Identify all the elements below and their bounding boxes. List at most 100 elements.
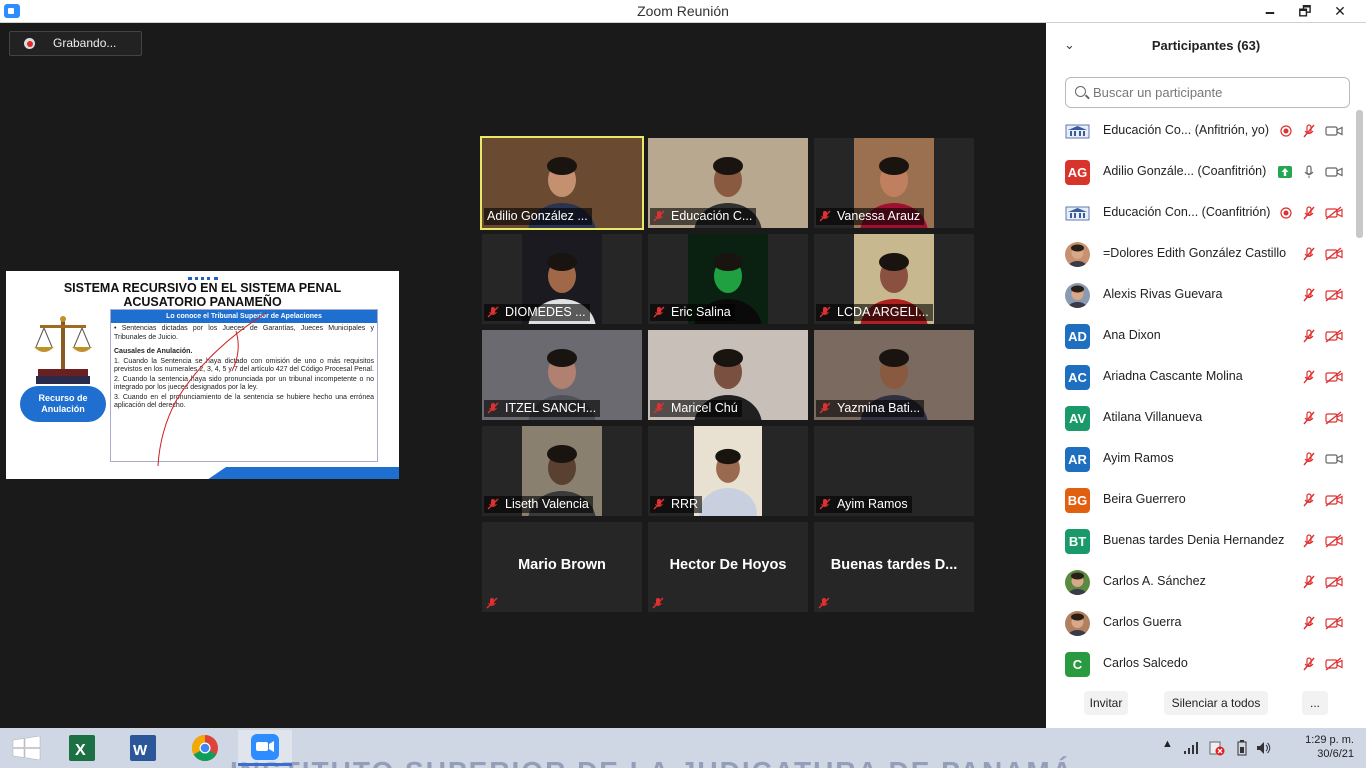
video-tile[interactable]: Yazmina Bati... <box>814 330 974 420</box>
participant-name-label: Eric Salina <box>671 305 731 319</box>
system-clock[interactable]: 1:29 p. m. 30/6/21 <box>1284 733 1354 761</box>
muted-mic-icon[interactable] <box>1302 247 1316 261</box>
show-hidden-icons[interactable]: ▲ <box>1162 738 1173 750</box>
participant-name: =Dolores Edith González Castillo <box>1103 246 1287 260</box>
avatar: BG <box>1065 488 1090 513</box>
participant-row[interactable]: AC Ariadna Cascante Molina <box>1046 357 1356 398</box>
recording-icon <box>1279 206 1293 220</box>
participant-name-tag: LCDA ARGELI... <box>816 304 933 321</box>
camera-icon[interactable] <box>1325 165 1343 179</box>
participant-row[interactable]: BT Buenas tardes Denia Hernandez <box>1046 521 1356 562</box>
camera-off-icon[interactable] <box>1325 288 1343 302</box>
muted-mic-icon[interactable] <box>1302 370 1316 384</box>
word-icon[interactable]: W <box>116 730 170 766</box>
network-icon[interactable] <box>1184 741 1200 755</box>
muted-mic-icon <box>819 498 831 510</box>
participant-row[interactable]: Carlos Guerra <box>1046 603 1356 644</box>
muted-mic-icon[interactable] <box>1302 575 1316 589</box>
recording-indicator[interactable]: Grabando... <box>9 31 142 56</box>
participant-name-label: ITZEL SANCH... <box>505 401 597 415</box>
video-tile[interactable]: DIOMEDES ... <box>482 234 642 324</box>
video-tile[interactable]: Ayim Ramos <box>814 426 974 516</box>
muted-mic-icon <box>653 498 665 510</box>
participant-row[interactable]: AR Ayim Ramos <box>1046 439 1356 480</box>
participant-name: Carlos Guerra <box>1103 615 1182 629</box>
camera-off-icon[interactable] <box>1325 493 1343 507</box>
participant-row[interactable]: =Dolores Edith González Castillo <box>1046 234 1356 275</box>
volume-icon[interactable] <box>1256 740 1272 756</box>
avatar: AG <box>1065 160 1090 185</box>
video-tile[interactable]: ITZEL SANCH... <box>482 330 642 420</box>
participant-row[interactable]: AV Atilana Villanueva <box>1046 398 1356 439</box>
restore-button[interactable]: 🗗 <box>1285 0 1325 22</box>
video-tile[interactable]: Liseth Valencia <box>482 426 642 516</box>
invite-button[interactable]: Invitar <box>1084 691 1128 715</box>
camera-icon[interactable] <box>1325 452 1343 466</box>
participant-name: Educación Con... (Coanfitrión) <box>1103 205 1271 219</box>
avatar: AV <box>1065 406 1090 431</box>
participant-video <box>694 426 762 516</box>
camera-icon[interactable] <box>1325 124 1343 138</box>
video-tile[interactable]: Hector De Hoyos <box>648 522 808 612</box>
video-tile[interactable]: Vanessa Arauz <box>814 138 974 228</box>
battery-icon[interactable] <box>1236 740 1248 756</box>
excel-icon[interactable]: X <box>55 730 109 766</box>
camera-off-icon[interactable] <box>1325 411 1343 425</box>
scales-of-justice-icon <box>34 316 92 384</box>
muted-mic-icon[interactable] <box>1302 616 1316 630</box>
windows-start-icon[interactable] <box>0 730 54 766</box>
participant-row[interactable]: AG Adilio Gonzále... (Coanfitrión) <box>1046 152 1356 193</box>
recording-icon <box>1279 124 1293 138</box>
video-tile[interactable]: Mario Brown <box>482 522 642 612</box>
video-tile[interactable]: LCDA ARGELI... <box>814 234 974 324</box>
svg-text:W: W <box>133 742 148 759</box>
participant-row[interactable]: AD Ana Dixon <box>1046 316 1356 357</box>
participant-row[interactable]: Carlos A. Sánchez <box>1046 562 1356 603</box>
muted-mic-icon[interactable] <box>1302 124 1316 138</box>
muted-mic-icon[interactable] <box>1302 206 1316 220</box>
camera-off-icon[interactable] <box>1325 329 1343 343</box>
mic-icon[interactable] <box>1302 165 1316 179</box>
onedrive-error-icon[interactable] <box>1209 740 1225 756</box>
muted-mic-icon[interactable] <box>1302 493 1316 507</box>
video-tile[interactable]: Eric Salina <box>648 234 808 324</box>
participant-row[interactable]: BG Beira Guerrero <box>1046 480 1356 521</box>
participant-list-scrollbar[interactable] <box>1356 110 1363 238</box>
video-tile[interactable]: Educación C... <box>648 138 808 228</box>
zoom-icon[interactable] <box>238 730 292 766</box>
muted-mic-icon <box>653 306 665 318</box>
muted-mic-icon[interactable] <box>1302 534 1316 548</box>
participant-row[interactable]: Educación Con... (Coanfitrión) <box>1046 193 1356 234</box>
muted-mic-icon[interactable] <box>1302 411 1316 425</box>
minimize-button[interactable]: 🗕 <box>1250 0 1290 22</box>
chrome-icon[interactable] <box>178 730 232 766</box>
camera-off-icon[interactable] <box>1325 370 1343 384</box>
video-tile[interactable]: Maricel Chú <box>648 330 808 420</box>
slide-footer-bar <box>6 467 399 479</box>
mute-all-button[interactable]: Silenciar a todos <box>1164 691 1268 715</box>
participant-name: Alexis Rivas Guevara <box>1103 287 1223 301</box>
participant-search-input[interactable]: Buscar un participante <box>1065 77 1350 108</box>
camera-off-icon[interactable] <box>1325 616 1343 630</box>
muted-mic-icon[interactable] <box>1302 657 1316 671</box>
camera-off-icon[interactable] <box>1325 534 1343 548</box>
video-tile[interactable]: RRR <box>648 426 808 516</box>
slide-pill-label: Recurso de Anulación <box>20 386 106 422</box>
camera-off-icon[interactable] <box>1325 657 1343 671</box>
recording-dot-icon <box>24 38 35 49</box>
video-tile[interactable]: Adilio González ... <box>480 136 644 230</box>
muted-mic-icon[interactable] <box>1302 452 1316 466</box>
camera-off-icon[interactable] <box>1325 206 1343 220</box>
muted-mic-icon[interactable] <box>1302 329 1316 343</box>
muted-mic-icon[interactable] <box>1302 288 1316 302</box>
clock-date: 30/6/21 <box>1317 748 1354 760</box>
search-placeholder: Buscar un participante <box>1093 85 1223 100</box>
camera-off-icon[interactable] <box>1325 247 1343 261</box>
participant-row[interactable]: Alexis Rivas Guevara <box>1046 275 1356 316</box>
participant-row[interactable]: C Carlos Salcedo <box>1046 644 1356 685</box>
more-options-button[interactable]: ... <box>1302 691 1328 715</box>
close-button[interactable]: ✕ <box>1320 0 1360 22</box>
video-tile[interactable]: Buenas tardes D... <box>814 522 974 612</box>
participant-row[interactable]: Educación Co... (Anfitrión, yo) <box>1046 111 1356 152</box>
camera-off-icon[interactable] <box>1325 575 1343 589</box>
